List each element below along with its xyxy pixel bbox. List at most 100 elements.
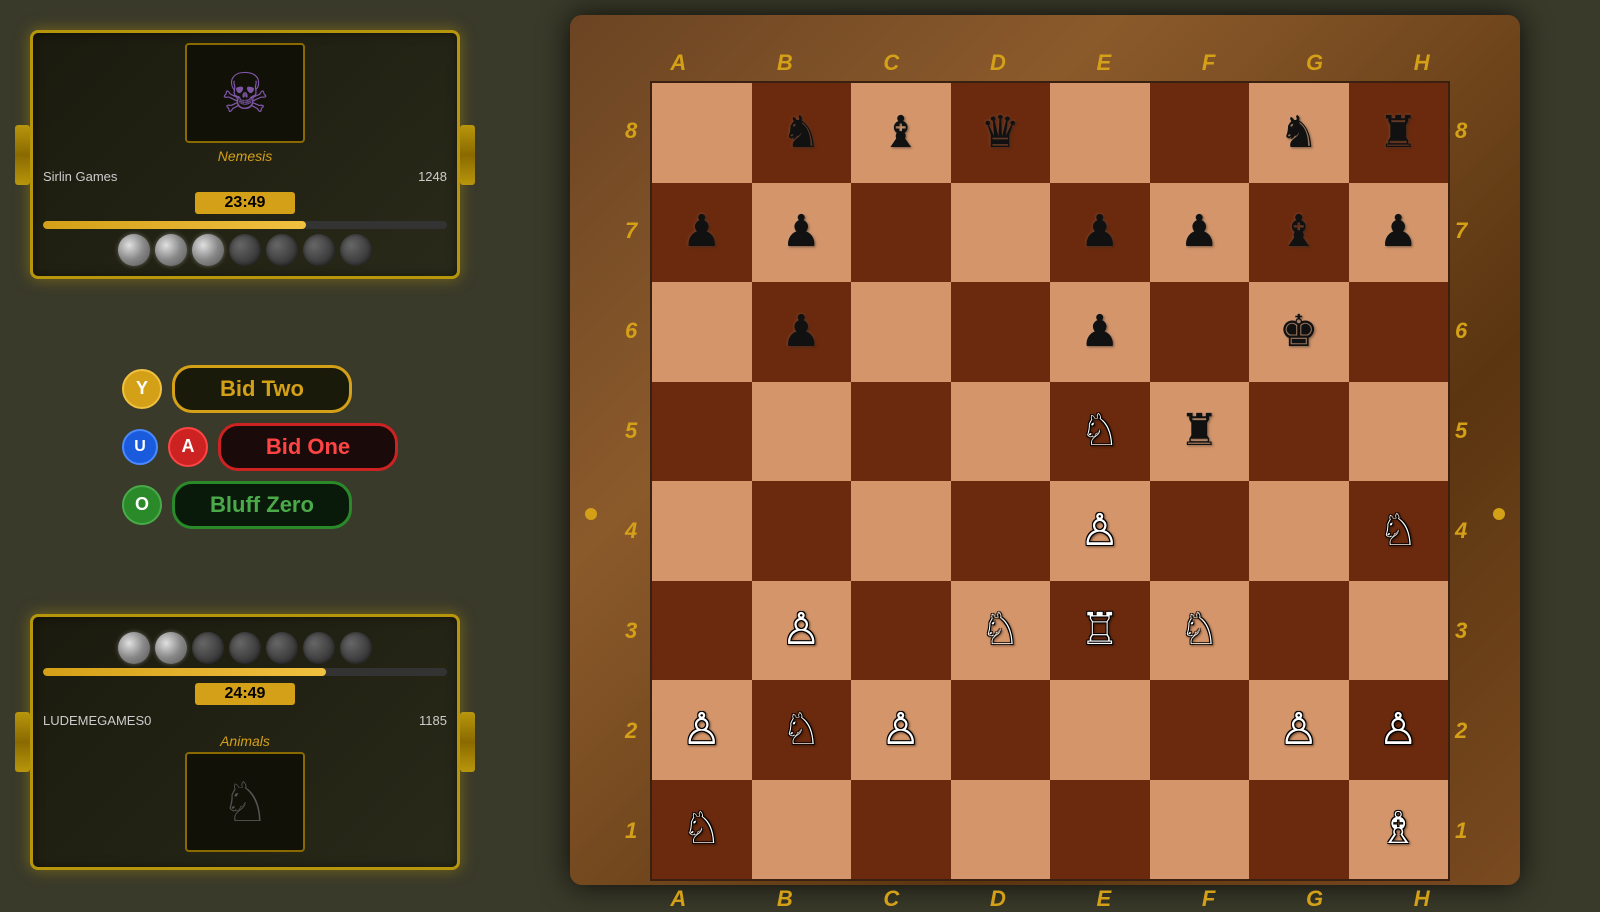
board-cell[interactable]: ♘ — [951, 581, 1051, 681]
u-icon: U — [122, 429, 158, 465]
gem — [192, 632, 224, 664]
board-cell[interactable]: ♜ — [1150, 382, 1250, 482]
piece-bR: ♜ — [1180, 409, 1219, 453]
board-cell[interactable]: ♞ — [752, 83, 852, 183]
board-cell[interactable] — [851, 780, 951, 880]
board-cell[interactable]: ♛ — [951, 83, 1051, 183]
board-cell[interactable] — [951, 481, 1051, 581]
board-cell[interactable]: ♙ — [1050, 481, 1150, 581]
top-player-title: Nemesis — [43, 148, 447, 164]
board-cell[interactable] — [752, 382, 852, 482]
gem — [340, 632, 372, 664]
board-cell[interactable] — [652, 83, 752, 183]
board-cell[interactable] — [1150, 83, 1250, 183]
board-cell[interactable]: ♜ — [1349, 83, 1449, 183]
board-cell[interactable]: ♙ — [1349, 680, 1449, 780]
piece-bB: ♝ — [881, 111, 920, 155]
board-cell[interactable] — [1150, 780, 1250, 880]
board-cell[interactable] — [1249, 481, 1349, 581]
board-cell[interactable]: ♟ — [1050, 183, 1150, 283]
board-cell[interactable] — [752, 780, 852, 880]
board-cell[interactable]: ♞ — [1249, 83, 1349, 183]
bottom-player-rating: 1185 — [419, 713, 447, 728]
board-cell[interactable] — [851, 282, 951, 382]
board-cell[interactable] — [851, 481, 951, 581]
board-cell[interactable]: ♙ — [1249, 680, 1349, 780]
piece-wN: ♘ — [1180, 608, 1219, 652]
gem — [229, 632, 261, 664]
board-cell[interactable] — [951, 183, 1051, 283]
bid-one-row: U A Bid One — [122, 423, 398, 471]
bid-two-label[interactable]: Bid Two — [172, 365, 352, 413]
bottom-timer-bar — [43, 668, 447, 676]
board-cell[interactable] — [1150, 481, 1250, 581]
board-coords-bottom: A B C D E F G H — [625, 881, 1475, 912]
board-cell[interactable] — [652, 282, 752, 382]
board-cell[interactable] — [1150, 282, 1250, 382]
board-cell[interactable] — [1150, 680, 1250, 780]
board-cell[interactable]: ♘ — [1050, 382, 1150, 482]
piece-bB: ♝ — [1279, 210, 1318, 254]
board-cell[interactable] — [951, 282, 1051, 382]
gem — [155, 632, 187, 664]
board-cell[interactable]: ♙ — [652, 680, 752, 780]
top-timer-bar — [43, 221, 447, 229]
board-cell[interactable] — [1249, 382, 1349, 482]
board-cell[interactable]: ♘ — [652, 780, 752, 880]
gem — [155, 234, 187, 266]
bid-one-label[interactable]: Bid One — [218, 423, 398, 471]
piece-bP: ♟ — [1080, 310, 1119, 354]
board-frame: A B C D E F G H 8 7 6 5 4 3 2 1 — [570, 15, 1520, 885]
board-cell[interactable]: ♗ — [1349, 780, 1449, 880]
top-player-timer: 23:49 — [195, 192, 295, 214]
board-cell[interactable] — [1249, 780, 1349, 880]
top-player-card: ☠ Nemesis Sirlin Games 1248 23:49 — [30, 30, 460, 279]
bluff-zero-button[interactable]: O Bluff Zero — [122, 481, 352, 529]
board-cell[interactable]: ♚ — [1249, 282, 1349, 382]
board-cell[interactable] — [652, 481, 752, 581]
board-cell[interactable]: ♝ — [851, 83, 951, 183]
piece-bQ: ♛ — [981, 111, 1020, 155]
board-cell[interactable] — [1050, 780, 1150, 880]
board-cell[interactable] — [951, 780, 1051, 880]
bluff-zero-label[interactable]: Bluff Zero — [172, 481, 352, 529]
board-cell[interactable] — [851, 183, 951, 283]
y-icon: Y — [122, 369, 162, 409]
bottom-player-timer: 24:49 — [195, 683, 295, 705]
bid-two-button[interactable]: Y Bid Two — [122, 365, 352, 413]
board-cell[interactable] — [1050, 83, 1150, 183]
board-cell[interactable] — [652, 382, 752, 482]
board-cell[interactable] — [752, 481, 852, 581]
bottom-player-card: 24:49 LUDEMEGAMES0 1185 Animals ♘ — [30, 614, 460, 870]
bottom-player-gems — [43, 632, 447, 664]
board-cell[interactable] — [1349, 282, 1449, 382]
board-cell[interactable] — [851, 382, 951, 482]
board-cell[interactable]: ♟ — [752, 183, 852, 283]
bid-one-button[interactable]: A Bid One — [168, 423, 398, 471]
board-cell[interactable]: ♟ — [652, 183, 752, 283]
board-cell[interactable]: ♘ — [1150, 581, 1250, 681]
board-cell[interactable]: ♘ — [1349, 481, 1449, 581]
board-cell[interactable]: ♙ — [851, 680, 951, 780]
board-cell[interactable] — [652, 581, 752, 681]
top-player-rating: 1248 — [418, 169, 447, 184]
piece-wN: ♘ — [981, 608, 1020, 652]
board-cell[interactable] — [1249, 581, 1349, 681]
board-cell[interactable]: ♝ — [1249, 183, 1349, 283]
piece-wB: ♗ — [1379, 807, 1418, 851]
board-cell[interactable]: ♟ — [1349, 183, 1449, 283]
board-cell[interactable]: ♟ — [1050, 282, 1150, 382]
board-cell[interactable] — [851, 581, 951, 681]
board-cell[interactable] — [951, 382, 1051, 482]
board-cell[interactable]: ♖ — [1050, 581, 1150, 681]
dot-right — [1493, 508, 1505, 520]
board-cell[interactable] — [1349, 382, 1449, 482]
board-cell[interactable] — [951, 680, 1051, 780]
piece-bK: ♚ — [1279, 310, 1318, 354]
board-cell[interactable]: ♙ — [752, 581, 852, 681]
board-cell[interactable]: ♟ — [752, 282, 852, 382]
board-cell[interactable] — [1349, 581, 1449, 681]
board-cell[interactable]: ♘ — [752, 680, 852, 780]
board-cell[interactable] — [1050, 680, 1150, 780]
board-cell[interactable]: ♟ — [1150, 183, 1250, 283]
